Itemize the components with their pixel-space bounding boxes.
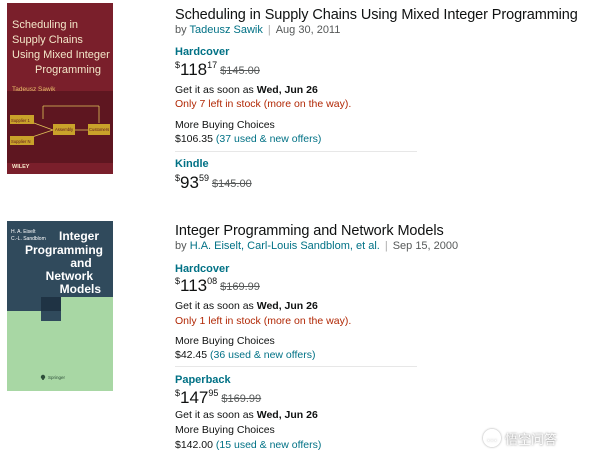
price-fraction: 59 [198,173,209,183]
watermark-text: 悟空问答 [505,431,558,447]
author-link[interactable]: H.A. Eiselt, Carl-Louis Sandblom, et al. [190,240,380,252]
price-whole: 113 [180,276,208,295]
byline-prefix: by [175,240,187,252]
cover2-title-line-3: and [70,256,91,270]
stock-status: Only 1 left in stock (more on the way). [175,315,352,327]
cover2-author-line-1: H. A. Eiselt [11,229,36,235]
delivery-date: Wed, Jun 26 [256,409,318,421]
book-cover-1[interactable]: Scheduling in Supply Chains Using Mixed … [7,3,113,174]
list-price: $145.00 [211,178,252,190]
more-buying-choices-label: More Buying Choices [175,424,275,436]
price-paperback[interactable]: $14795 $169.99 [175,389,261,407]
price-whole: 118 [180,60,208,79]
stock-status: Only 7 left in stock (more on the way). [175,98,352,110]
delivery-info: Get it as soon as Wed, Jun 26 [175,300,318,312]
result-2-details: Integer Programming and Network Models b… [175,218,595,459]
result-1-details: Scheduling in Supply Chains Using Mixed … [175,0,595,200]
more-buying-choices-offer: $42.45 (36 used & new offers) [175,349,316,361]
offers-link[interactable]: (15 used & new offers) [216,439,321,451]
delivery-info: Get it as soon as Wed, Jun 26 [175,409,318,421]
price-hardcover[interactable]: $11817 $145.00 [175,61,260,79]
delivery-prefix: Get it as soon as [175,84,254,96]
publication-date: Sep 15, 2000 [392,240,459,252]
offers-link[interactable]: (36 used & new offers) [210,349,315,361]
cover2-title-line-5: Models [60,282,102,296]
author-link[interactable]: Tadeusz Sawik [189,24,262,36]
cover1-diagram-label-3: Assembly [55,127,74,132]
delivery-prefix: Get it as soon as [175,409,254,421]
price-fraction: 08 [207,276,218,286]
format-link-hardcover[interactable]: Hardcover [175,263,229,275]
price-whole: 147 [180,388,209,407]
offer-price: $42.45 [175,349,208,361]
result-2-title-link[interactable]: Integer Programming and Network Models [175,223,444,239]
speech-bubble-icon: … [483,429,501,447]
byline-prefix: by [175,24,187,36]
price-fraction: 95 [208,388,219,398]
cover2-publisher-logo: Springer [48,375,66,380]
format-divider [175,366,417,367]
delivery-date: Wed, Jun 26 [256,84,318,96]
offers-link[interactable]: (37 used & new offers) [216,133,321,145]
cover1-diagram-label-2: Supplier N [11,139,31,144]
cover2-title-line-2: Programming [25,243,103,257]
publication-date: Aug 30, 2011 [275,24,341,36]
more-buying-choices-label: More Buying Choices [175,335,275,347]
cover2-title-line-4: Network [46,269,94,283]
format-divider [175,151,417,152]
book-cover-2-art: H. A. Eiselt C.-L. Sandblom Integer Prog… [7,221,113,391]
cover1-title-line-2: Supply Chains [12,34,83,46]
result-1-byline: by Tadeusz Sawik | Aug 30, 2011 [175,24,340,36]
offer-price: $142.00 [175,439,213,451]
cover1-title-line-4: Programming [35,64,101,76]
byline-separator: | [267,24,271,36]
cover1-publisher-logo: WILEY [12,164,30,170]
cover1-diagram-label-1: Supplier 1 [11,118,31,123]
result-1-title-link[interactable]: Scheduling in Supply Chains Using Mixed … [175,7,578,23]
price-kindle[interactable]: $9359 $145.00 [175,174,252,192]
cover1-title-line-3: Using Mixed Integer [12,49,110,61]
price-fraction: 17 [207,60,218,70]
more-buying-choices-offer: $142.00 (15 used & new offers) [175,439,321,451]
more-buying-choices-offer: $106.35 (37 used & new offers) [175,133,321,145]
list-price: $169.99 [220,281,260,293]
format-link-hardcover[interactable]: Hardcover [175,46,229,58]
cover2-author-line-2: C.-L. Sandblom [11,236,46,242]
list-price: $169.99 [221,393,262,405]
book-cover-1-art: Scheduling in Supply Chains Using Mixed … [7,3,113,174]
byline-separator: | [384,240,388,252]
cover1-author: Tadeusz Sawik [12,86,56,93]
watermark: … 悟空问答 [483,427,557,449]
format-link-paperback[interactable]: Paperback [175,374,231,386]
price-whole: 93 [180,173,199,192]
more-buying-choices-label: More Buying Choices [175,119,275,131]
cover2-title-line-1: Integer [59,229,99,243]
format-link-kindle[interactable]: Kindle [175,158,209,170]
offer-price: $106.35 [175,133,213,145]
result-2-byline: by H.A. Eiselt, Carl-Louis Sandblom, et … [175,240,458,252]
delivery-prefix: Get it as soon as [175,300,254,312]
cover1-diagram-label-4: Customers [89,127,109,132]
cover1-title-line-1: Scheduling in [12,19,78,31]
delivery-info: Get it as soon as Wed, Jun 26 [175,84,318,96]
price-hardcover[interactable]: $11308 $169.99 [175,277,260,295]
list-price: $145.00 [220,65,260,77]
delivery-date: Wed, Jun 26 [256,300,318,312]
book-cover-2[interactable]: H. A. Eiselt C.-L. Sandblom Integer Prog… [7,221,113,391]
